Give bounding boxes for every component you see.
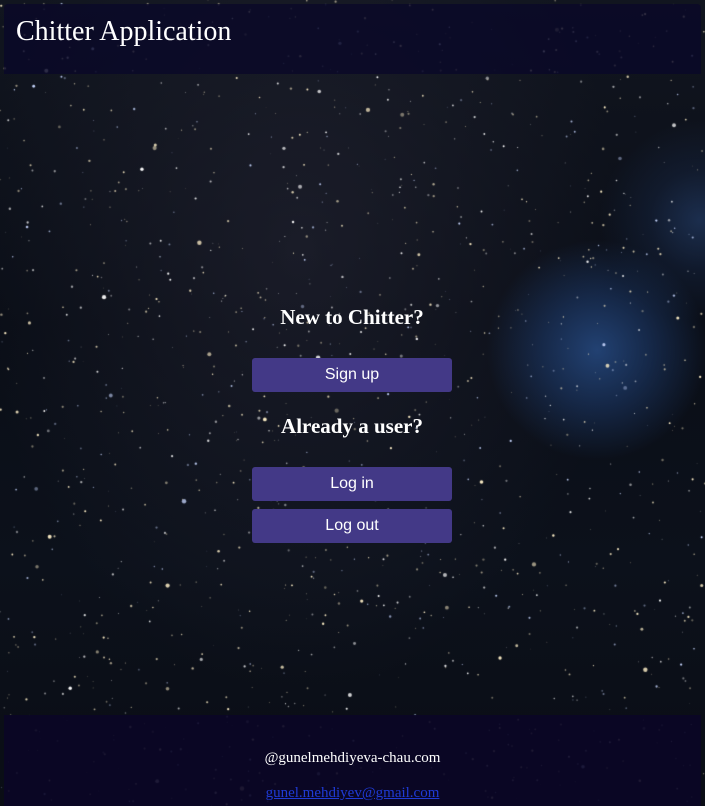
- app-title: Chitter Application: [16, 16, 232, 47]
- page-background: Chitter Application New to Chitter? Sign…: [0, 0, 705, 806]
- auth-panel: New to Chitter? Sign up Already a user? …: [252, 298, 452, 543]
- footer-email-wrapper: gunel.mehdiyev@gmail.com: [4, 785, 701, 802]
- footer-handle: @gunelmehdiyeva-chau.com: [264, 750, 441, 766]
- log-in-button[interactable]: Log in: [252, 467, 452, 501]
- log-out-button[interactable]: Log out: [252, 509, 452, 543]
- sign-up-button[interactable]: Sign up: [252, 358, 452, 392]
- footer-bar: @gunelmehdiyeva-chau.com gunel.mehdiyev@…: [4, 715, 701, 806]
- footer-email-link[interactable]: gunel.mehdiyev@gmail.com: [266, 785, 440, 801]
- existing-user-heading: Already a user?: [281, 414, 423, 438]
- signup-heading: New to Chitter?: [280, 305, 424, 329]
- header-bar: Chitter Application: [4, 4, 701, 74]
